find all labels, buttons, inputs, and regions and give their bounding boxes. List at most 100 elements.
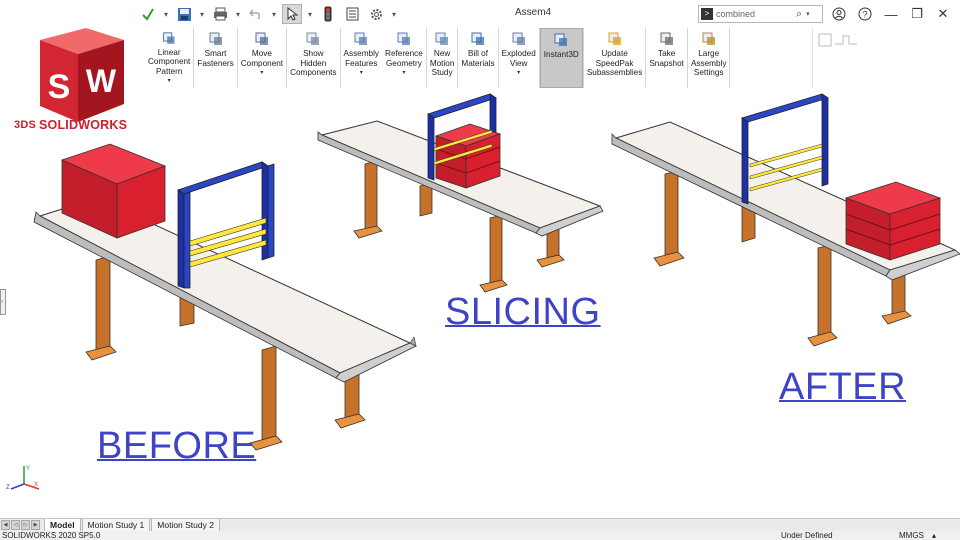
minimize-icon[interactable]: —: [878, 3, 904, 25]
tool-speedpak[interactable]: Update SpeedPak Subassemblies: [584, 28, 646, 88]
undo-menu-chevron-icon[interactable]: ▾: [270, 4, 278, 24]
tool-label: Smart Fasteners: [197, 49, 234, 68]
move-component-icon: [255, 32, 268, 45]
user-account-icon[interactable]: [826, 3, 852, 25]
tool-reference-geometry[interactable]: Reference Geometry ▾: [382, 28, 426, 88]
tool-label: Move Component: [240, 49, 284, 68]
save-icon[interactable]: [174, 4, 194, 24]
tool-snapshot[interactable]: Take Snapshot: [646, 28, 687, 88]
title-bar: ▾ ▾ ▾ ▾ ▾ ▾ Assem4 > ⌕ ▾: [0, 0, 960, 28]
toolbar-group: Instant3D: [539, 28, 584, 88]
linear-pattern-icon: [163, 32, 175, 44]
close-icon[interactable]: ✕: [930, 3, 956, 25]
tool-menu-chevron-icon[interactable]: ▾: [260, 69, 263, 79]
quick-access-toolbar: ▾ ▾ ▾ ▾ ▾ ▾: [138, 3, 398, 25]
tool-large-assembly[interactable]: Large Assembly Settings: [688, 28, 730, 88]
show-hidden-icon: [306, 32, 320, 45]
search-box[interactable]: > ⌕ ▾: [698, 5, 823, 23]
speedpak-icon: [608, 32, 621, 45]
restore-icon[interactable]: ❐: [904, 3, 930, 25]
reference-geometry-icon: [397, 32, 410, 45]
search-icon[interactable]: ⌕: [796, 8, 802, 21]
caption-before: BEFORE: [97, 425, 257, 467]
tool-label: Assembly Features: [343, 49, 380, 68]
toolbar-group: Take Snapshot: [646, 28, 688, 88]
last-tab-arrow-icon[interactable]: ▶: [31, 520, 40, 530]
command-prompt-icon: >: [701, 8, 713, 20]
print-icon[interactable]: [210, 4, 230, 24]
motion-study-icon: [435, 32, 449, 45]
before-conveyor[interactable]: [33, 143, 417, 451]
toolbar-group: Update SpeedPak Subassemblies: [584, 28, 647, 88]
tool-menu-chevron-icon[interactable]: ▾: [402, 69, 405, 79]
bill-of-materials-icon: [471, 32, 484, 45]
select-pointer-icon[interactable]: [282, 4, 302, 24]
panel-expand-handle[interactable]: ›: [0, 289, 6, 315]
tool-label: Large Assembly Settings: [690, 49, 727, 78]
snapshot-icon: [660, 32, 673, 45]
slicing-conveyor[interactable]: [317, 93, 604, 293]
tool-label: Take Snapshot: [649, 49, 684, 68]
search-options-chevron-icon[interactable]: ▾: [806, 10, 810, 18]
svg-text:?: ?: [862, 10, 867, 20]
smart-fasteners-icon: [209, 32, 222, 45]
select-menu-chevron-icon[interactable]: ▾: [306, 4, 314, 24]
tool-show-hidden[interactable]: Show Hidden Components: [287, 28, 339, 88]
tool-linear-pattern[interactable]: Linear Component Pattern ▾: [145, 28, 193, 88]
tool-move-component[interactable]: Move Component ▾: [238, 28, 286, 88]
units-chevron-icon[interactable]: ▴: [932, 531, 936, 540]
tool-menu-chevron-icon[interactable]: ▾: [517, 69, 520, 79]
prev-tab-arrow-icon[interactable]: ◁: [11, 520, 20, 530]
exploded-view-icon: [512, 32, 525, 45]
toolbar-group: Exploded View ▾: [499, 28, 540, 88]
motion-manager-icon[interactable]: [817, 30, 861, 50]
search-input[interactable]: [716, 9, 794, 19]
tool-menu-chevron-icon[interactable]: ▾: [168, 77, 171, 87]
tool-label: Instant3D: [543, 50, 579, 59]
first-tab-arrow-icon[interactable]: ◀: [1, 520, 10, 530]
tool-label: Reference Geometry: [385, 49, 423, 68]
command-manager: Linear Component Pattern ▾ Smart Fasteners…: [145, 28, 731, 88]
tab-navigation: ◀ ◁ ▷ ▶: [1, 520, 40, 530]
svg-text:Z: Z: [6, 485, 10, 491]
tool-assembly-features[interactable]: Assembly Features ▾: [341, 28, 383, 88]
options-gear-icon[interactable]: [366, 4, 386, 24]
assembly-features-icon: [354, 32, 368, 45]
tool-label: Linear Component Pattern: [148, 47, 191, 76]
toolbar-group: Assembly Features ▾ Reference Geometry ▾: [341, 28, 427, 88]
model-tab-bar: ◀ ◁ ▷ ▶ Model Motion Study 1 Motion Study …: [0, 518, 960, 532]
status-bar: SOLIDWORKS 2020 SP5.0 Under Defined MMGS…: [0, 531, 960, 540]
save-menu-chevron-icon[interactable]: ▾: [198, 4, 206, 24]
status-version: SOLIDWORKS 2020 SP5.0: [2, 531, 101, 540]
file-properties-icon[interactable]: [342, 4, 362, 24]
toolbar-group: Move Component ▾: [238, 28, 288, 88]
tool-smart-fasteners[interactable]: Smart Fasteners: [194, 28, 236, 88]
status-units[interactable]: MMGS: [899, 531, 924, 540]
instant3d-icon: [554, 33, 568, 46]
tool-label: Exploded View: [501, 49, 536, 68]
caption-slicing: SLICING: [445, 291, 601, 333]
view-triad-icon[interactable]: Y X Z: [6, 462, 40, 492]
large-assembly-icon: [702, 32, 715, 45]
help-icon[interactable]: ?: [852, 3, 878, 25]
tool-menu-chevron-icon[interactable]: ▾: [360, 69, 363, 79]
tool-bill-of-materials[interactable]: Bill of Materials: [458, 28, 497, 88]
rebuild-menu-chevron-icon[interactable]: ▾: [162, 4, 170, 24]
caption-after: AFTER: [779, 366, 907, 408]
next-tab-arrow-icon[interactable]: ▷: [21, 520, 30, 530]
tool-motion-study[interactable]: New Motion Study: [427, 28, 458, 88]
graphics-area[interactable]: BEFORE SLICING AFTER: [0, 88, 960, 518]
rebuild-icon[interactable]: [138, 4, 158, 24]
tool-exploded-view[interactable]: Exploded View ▾: [499, 28, 539, 88]
toolbar-group: Show Hidden Components: [287, 28, 341, 88]
options-menu-chevron-icon[interactable]: ▾: [390, 4, 398, 24]
tool-label: Bill of Materials: [461, 49, 495, 68]
print-menu-chevron-icon[interactable]: ▾: [234, 4, 242, 24]
command-manager-overflow: [812, 28, 960, 88]
after-conveyor[interactable]: [611, 93, 960, 347]
tool-instant3d[interactable]: Instant3D: [539, 28, 583, 88]
tool-label: Show Hidden Components: [290, 49, 337, 78]
traffic-light-icon[interactable]: [318, 4, 338, 24]
undo-icon[interactable]: [246, 4, 266, 24]
tool-label: New Motion Study: [429, 49, 455, 78]
